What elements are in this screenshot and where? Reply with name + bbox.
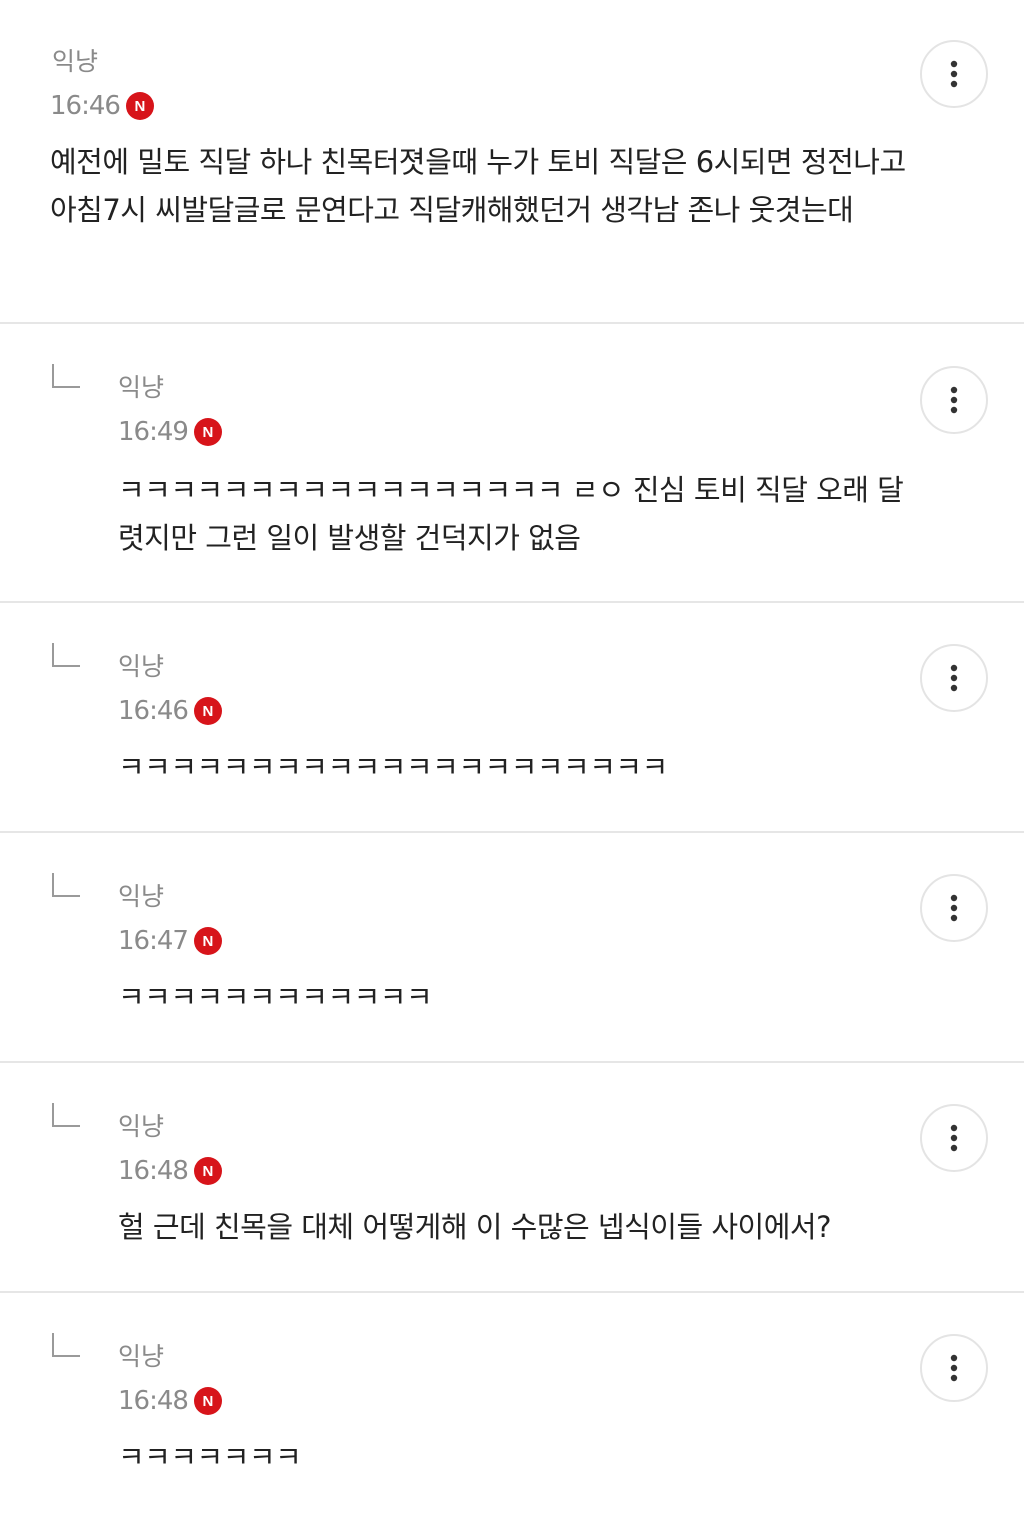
- comment-author[interactable]: 익냥: [118, 651, 164, 683]
- reply-arrow-icon: [52, 643, 80, 667]
- more-vertical-icon: [950, 894, 958, 922]
- comment-author[interactable]: 익냥: [118, 1341, 164, 1373]
- more-options-button[interactable]: [920, 366, 988, 434]
- comment-author[interactable]: 익냥: [118, 372, 164, 404]
- comment-time: 16:47: [118, 926, 189, 956]
- comment-meta: 16:46 N: [50, 90, 154, 122]
- comment-text: 예전에 밀토 직달 하나 친목터졋을때 누가 토비 직달은 6시되면 정전나고 …: [50, 145, 906, 227]
- reply-comment: 익냥 16:48 N 헐 근데 친목을 대체 어떻게해 이 수많은 넵식이들 사…: [0, 1061, 1024, 1291]
- more-vertical-icon: [950, 664, 958, 692]
- comment-time: 16:49: [118, 417, 189, 447]
- new-badge: N: [193, 418, 222, 446]
- comment-meta: 16:48 N: [118, 1155, 222, 1187]
- reply-arrow-icon: [52, 1103, 80, 1127]
- reply-arrow-icon: [52, 873, 80, 897]
- more-vertical-icon: [950, 1354, 958, 1382]
- more-vertical-icon: [950, 386, 958, 414]
- comment-author[interactable]: 익냥: [118, 1111, 164, 1143]
- comment-text: 헐 근데 친목을 대체 어떻게해 이 수많은 넵식이들 사이에서?: [118, 1210, 831, 1244]
- new-badge: N: [193, 1157, 222, 1185]
- comment-meta: 16:48 N: [118, 1385, 222, 1417]
- reply-comment: 익냥 16:47 N ㅋㅋㅋㅋㅋㅋㅋㅋㅋㅋㅋㅋ: [0, 831, 1024, 1061]
- comment-time: 16:48: [118, 1386, 189, 1416]
- more-vertical-icon: [950, 60, 958, 88]
- reply-comment: 익냥 16:48 N ㅋㅋㅋㅋㅋㅋㅋ: [0, 1291, 1024, 1518]
- more-options-button[interactable]: [920, 874, 988, 942]
- more-options-button[interactable]: [920, 40, 988, 108]
- comment-list: 익냥 16:46 N 예전에 밀토 직달 하나 친목터졋을때 누가 토비 직달은…: [0, 0, 1024, 1518]
- new-badge: N: [193, 927, 222, 955]
- comment-time: 16:46: [118, 696, 189, 726]
- comment-author[interactable]: 익냥: [118, 881, 164, 913]
- more-vertical-icon: [950, 1124, 958, 1152]
- more-options-button[interactable]: [920, 644, 988, 712]
- comment: 익냥 16:46 N 예전에 밀토 직달 하나 친목터졋을때 누가 토비 직달은…: [0, 0, 1024, 322]
- comment-meta: 16:47 N: [118, 925, 222, 957]
- comment-time: 16:48: [118, 1156, 189, 1186]
- more-options-button[interactable]: [920, 1334, 988, 1402]
- reply-comment: 익냥 16:49 N ㅋㅋㅋㅋㅋㅋㅋㅋㅋㅋㅋㅋㅋㅋㅋㅋㅋ ㄹㅇ 진심 토비 직달…: [0, 322, 1024, 601]
- comment-text: ㅋㅋㅋㅋㅋㅋㅋㅋㅋㅋㅋㅋㅋㅋㅋㅋㅋㅋㅋㅋㅋ: [118, 750, 668, 784]
- comment-time: 16:46: [50, 91, 121, 121]
- new-badge: N: [125, 92, 154, 120]
- reply-arrow-icon: [52, 364, 80, 388]
- more-options-button[interactable]: [920, 1104, 988, 1172]
- comment-author[interactable]: 익냥: [52, 46, 98, 78]
- comment-text: ㅋㅋㅋㅋㅋㅋㅋㅋㅋㅋㅋㅋㅋㅋㅋㅋㅋ ㄹㅇ 진심 토비 직달 오래 달렷지만 그런…: [118, 473, 904, 555]
- reply-comment: 익냥 16:46 N ㅋㅋㅋㅋㅋㅋㅋㅋㅋㅋㅋㅋㅋㅋㅋㅋㅋㅋㅋㅋㅋ: [0, 601, 1024, 831]
- new-badge: N: [193, 1387, 222, 1415]
- comment-text: ㅋㅋㅋㅋㅋㅋㅋ: [118, 1440, 302, 1474]
- reply-arrow-icon: [52, 1333, 80, 1357]
- comment-meta: 16:49 N: [118, 416, 222, 448]
- comment-text: ㅋㅋㅋㅋㅋㅋㅋㅋㅋㅋㅋㅋ: [118, 980, 433, 1014]
- comment-meta: 16:46 N: [118, 695, 222, 727]
- new-badge: N: [193, 697, 222, 725]
